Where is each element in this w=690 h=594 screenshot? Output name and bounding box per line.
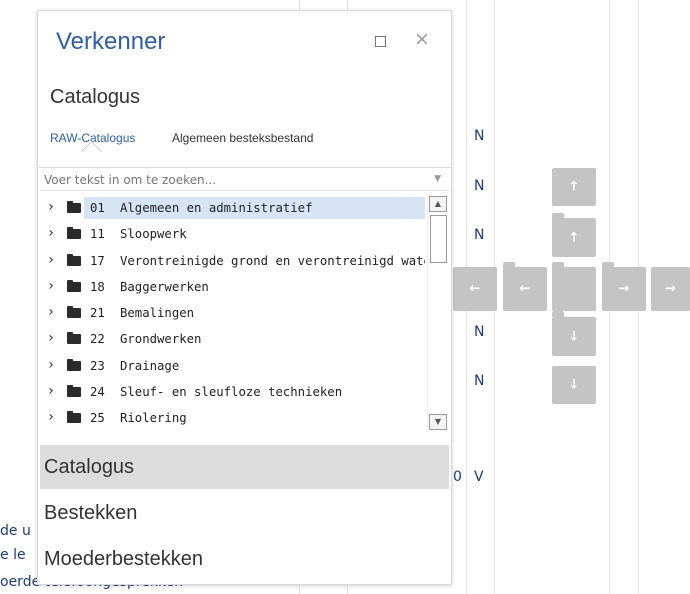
dock-top-inner[interactable]: ↑ <box>552 218 596 257</box>
tree-item[interactable]: › 24 Sleuf- en sleufloze technieken <box>40 379 425 405</box>
chevron-right-icon[interactable]: › <box>44 278 58 294</box>
tabs-divider <box>38 167 451 168</box>
tree-item-code: 22 <box>90 332 105 347</box>
tree-item-label: Sleuf- en sleufloze technieken <box>120 385 343 400</box>
arrow-left-icon: ← <box>469 281 481 297</box>
tree-item-code: 01 <box>90 201 105 215</box>
scroll-down-icon[interactable]: ▼ <box>429 414 447 430</box>
tree-item-label: Grondwerken <box>120 332 202 347</box>
folder-icon <box>67 332 81 345</box>
cell-number: 0 <box>453 469 462 485</box>
arrow-left-icon: ← <box>519 281 531 297</box>
tree-item-label: Bemalingen <box>120 306 195 321</box>
tree-item-label: Riolering <box>120 411 187 426</box>
arrow-down-icon: ↓ <box>568 329 580 344</box>
catalog-tree: › 01 Algemeen en administratief › 11 Slo… <box>40 195 425 433</box>
explorer-panel: Verkenner × Catalogus RAW-Catalogus Alge… <box>37 10 452 585</box>
chevron-right-icon[interactable]: › <box>44 409 58 425</box>
chevron-right-icon[interactable]: › <box>44 357 58 373</box>
folder-icon <box>67 227 81 240</box>
arrow-right-icon: → <box>618 281 630 297</box>
folder-icon <box>67 253 81 266</box>
tree-item-label: Baggerwerken <box>120 279 209 294</box>
tree-item-code: 25 <box>90 411 105 426</box>
section-title: Catalogus <box>50 86 141 108</box>
tree-item-label: Algemeen en administratief <box>120 201 313 215</box>
background-text: de u <box>0 523 31 539</box>
cell-letter: N <box>474 178 485 194</box>
tree-item-code: 11 <box>90 227 105 242</box>
close-button[interactable]: × <box>413 28 431 50</box>
chevron-right-icon[interactable]: › <box>44 383 58 399</box>
chevron-right-icon[interactable]: › <box>44 199 58 215</box>
dock-right-outer[interactable]: → <box>651 267 690 311</box>
arrow-up-icon: ↑ <box>568 230 580 245</box>
dock-left-outer[interactable]: ← <box>453 267 497 311</box>
search-input[interactable] <box>40 169 449 191</box>
chevron-right-icon[interactable]: › <box>44 330 58 346</box>
cell-letter: N <box>474 373 485 389</box>
dock-left-inner[interactable]: ← <box>503 267 547 311</box>
tree-item-code: 18 <box>90 279 105 294</box>
folder-icon <box>67 358 81 371</box>
scroll-thumb[interactable] <box>430 215 447 263</box>
cell-letter: N <box>474 227 485 243</box>
search-dropdown-icon[interactable]: ▼ <box>434 174 441 184</box>
folder-icon <box>67 279 81 292</box>
tree-item[interactable]: › 22 Grondwerken <box>40 326 425 352</box>
folder-icon <box>67 411 81 424</box>
arrow-right-icon: → <box>665 281 676 297</box>
tree-item-label: Sloopwerk <box>120 227 187 242</box>
cell-letter: N <box>474 324 485 340</box>
tree-item[interactable]: › 21 Bemalingen <box>40 300 425 326</box>
tree-item-label: Drainage <box>120 358 180 373</box>
tree-item[interactable]: › 01 Algemeen en administratief <box>40 195 425 221</box>
scroll-up-icon[interactable]: ▲ <box>429 196 447 212</box>
tree-item[interactable]: › 17 Verontreinigde grond en verontreini… <box>40 248 425 274</box>
tree-item-label: Verontreinigde grond en verontreinigd wa… <box>120 253 425 268</box>
folder-icon <box>67 306 81 319</box>
dock-center[interactable] <box>552 267 596 311</box>
chevron-right-icon[interactable]: › <box>44 225 58 241</box>
maximize-icon <box>374 36 386 47</box>
tree-item[interactable]: › 25 Riolering <box>40 405 425 431</box>
tree-item-code: 17 <box>90 253 105 268</box>
tree-item[interactable]: › 11 Sloopwerk <box>40 221 425 247</box>
tree-item-code: 24 <box>90 385 105 400</box>
accordion-bestekken[interactable]: Bestekken <box>40 491 449 535</box>
tree-item-code: 21 <box>90 306 105 321</box>
dock-top-outer[interactable]: ↑ <box>552 168 596 206</box>
panel-title: Verkenner <box>56 28 166 55</box>
chevron-right-icon[interactable]: › <box>44 252 58 268</box>
dock-bottom-inner[interactable]: ↓ <box>552 317 596 356</box>
tree-scrollbar[interactable]: ▲ ▼ <box>427 195 447 431</box>
chevron-right-icon[interactable]: › <box>44 304 58 320</box>
accordion-moederbestekken[interactable]: Moederbestekken <box>40 537 449 581</box>
background-text: e le <box>0 547 26 563</box>
folder-icon <box>67 201 81 213</box>
accordion-catalogus[interactable]: Catalogus <box>40 445 449 489</box>
close-icon: × <box>414 28 430 50</box>
tree-item[interactable]: › 23 Drainage <box>40 353 425 379</box>
arrow-down-icon: ↓ <box>568 377 580 393</box>
tree-item[interactable]: › 18 Baggerwerken <box>40 274 425 300</box>
tree-item-code: 23 <box>90 358 105 373</box>
folder-icon <box>67 385 81 398</box>
maximize-button[interactable] <box>371 32 389 50</box>
cell-letter: V <box>474 469 484 485</box>
tab-algemeen-besteksbestand[interactable]: Algemeen besteksbestand <box>172 131 313 145</box>
dock-bottom-outer[interactable]: ↓ <box>552 366 596 404</box>
cell-letter: N <box>474 128 485 144</box>
dock-right-inner[interactable]: → <box>602 267 646 311</box>
arrow-up-icon: ↑ <box>568 179 580 195</box>
